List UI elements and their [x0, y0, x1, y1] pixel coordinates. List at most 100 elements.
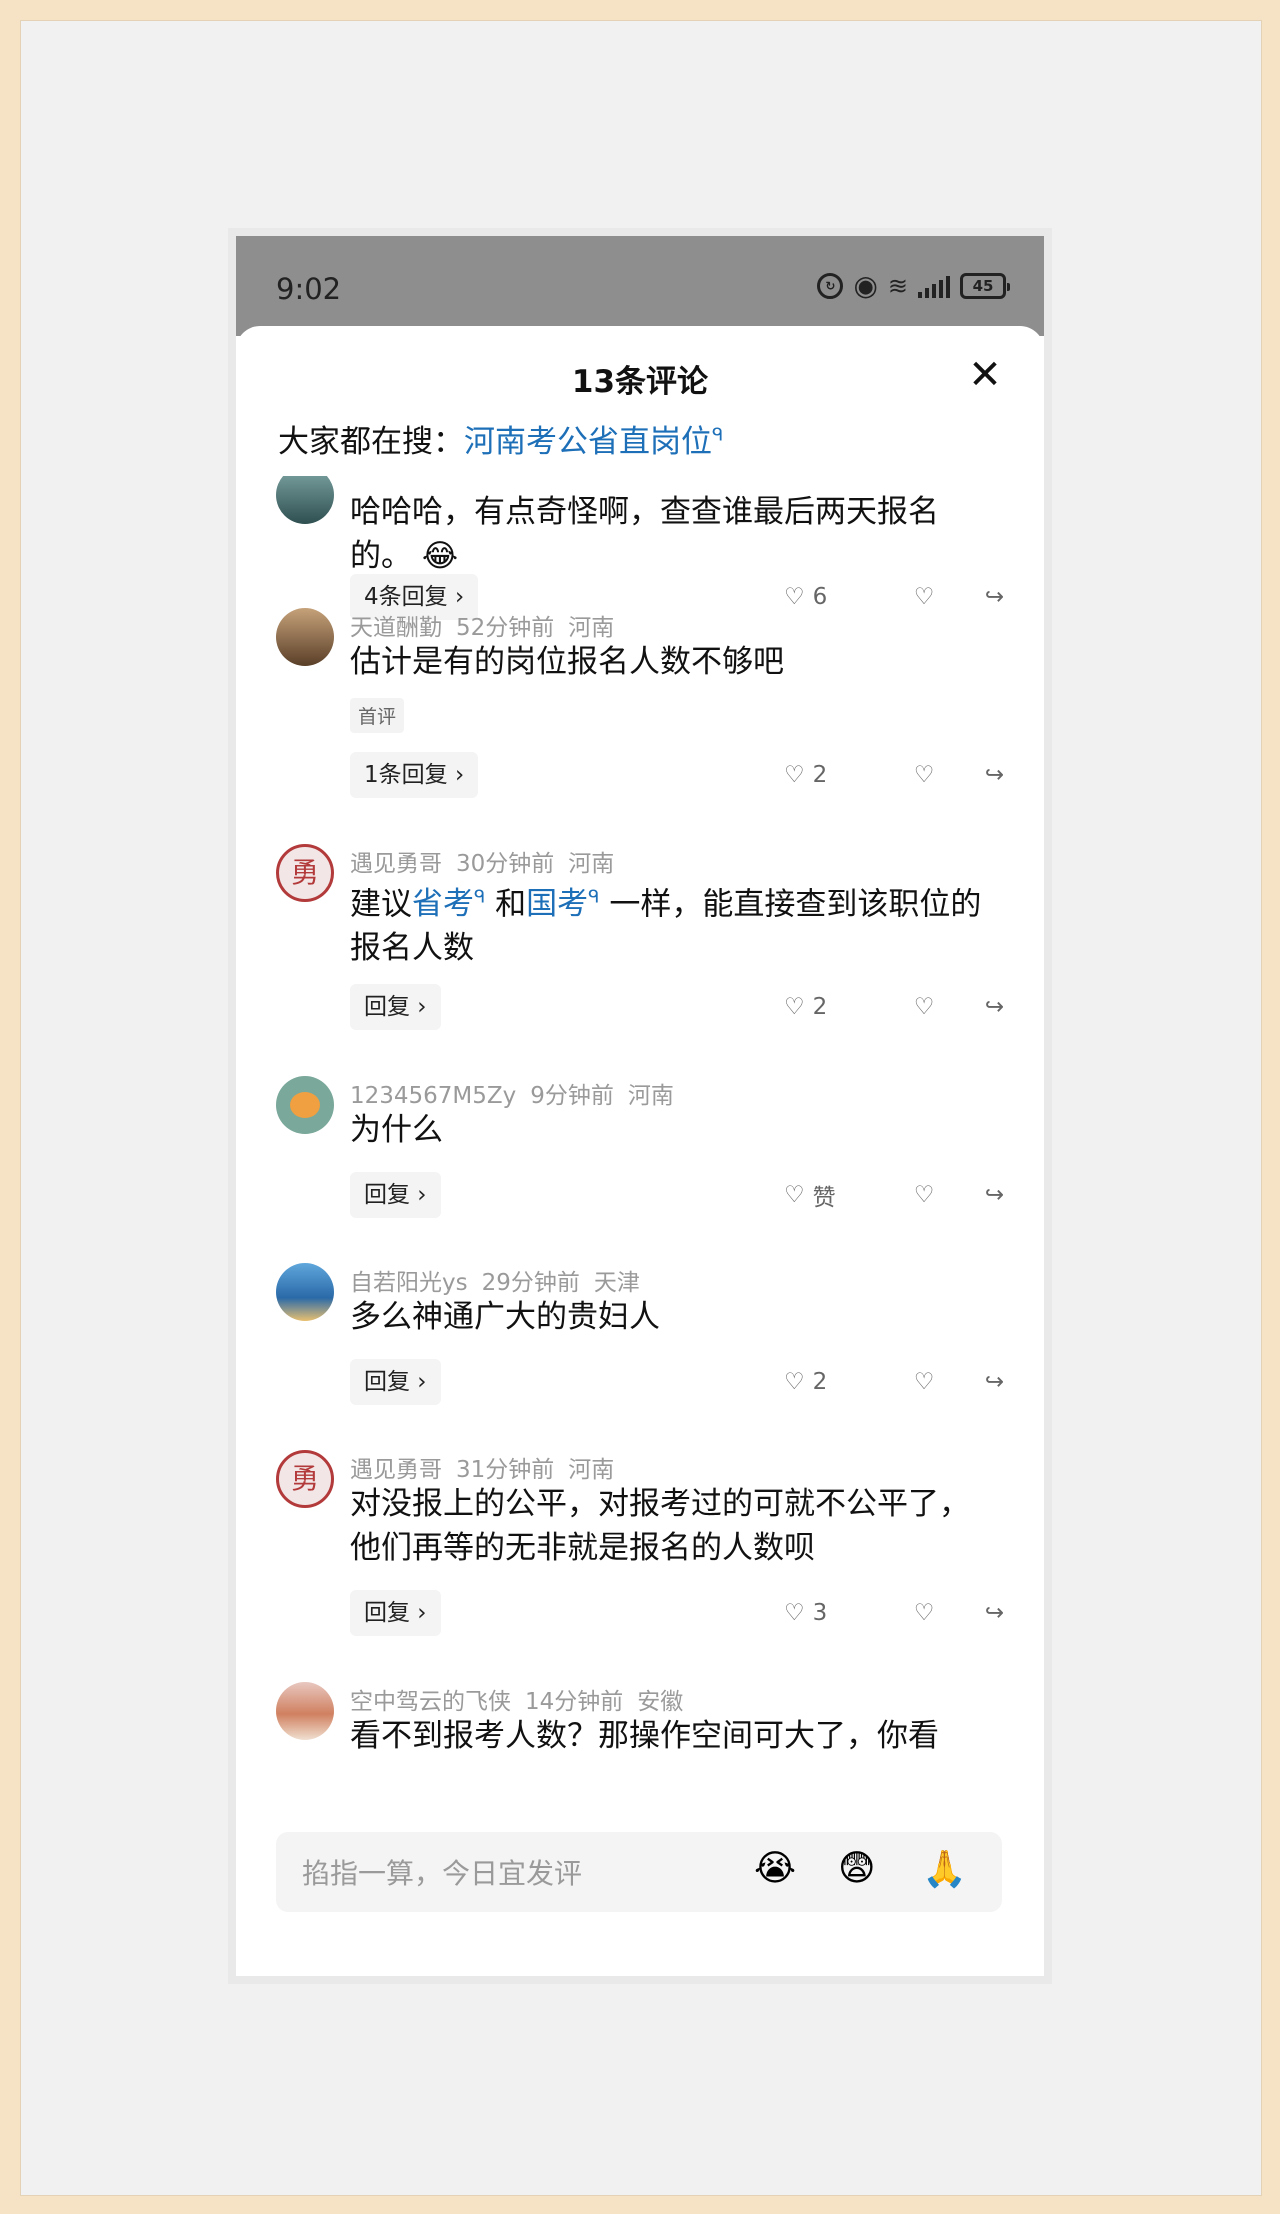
comment-list[interactable]: 哈哈哈，有点奇怪啊，查查谁最后两天报名的。 😂 4条回复 › ♡ 6 ♡ ↪ 天道…	[236, 476, 1044, 1881]
share-icon: ↪	[984, 994, 1004, 1020]
broken-heart-icon: ♡	[913, 1182, 935, 1208]
comment-body: 为什么	[350, 1112, 443, 1148]
dislike-button[interactable]: ♡	[884, 1182, 964, 1208]
dislike-button[interactable]: ♡	[884, 762, 964, 788]
comment-actions: ♡ 3 ♡ ↪	[784, 1590, 1004, 1636]
keyword-link[interactable]: 国考ᑫ	[526, 886, 599, 922]
timestamp: 29分钟前	[481, 1270, 580, 1296]
username[interactable]: 遇见勇哥	[350, 851, 442, 877]
like-button[interactable]: ♡ 2	[784, 1369, 884, 1395]
location: 河南	[627, 1083, 674, 1109]
username[interactable]: 空中驾云的飞侠	[350, 1689, 511, 1715]
avatar[interactable]	[276, 1263, 334, 1321]
search-suggestion-link[interactable]: 河南考公省直岗位ᑫ	[464, 424, 723, 460]
dislike-button[interactable]: ♡	[884, 994, 964, 1020]
scared-emoji-button[interactable]: 😨	[838, 1848, 876, 1889]
data-saver-icon: ↻	[817, 273, 844, 299]
avatar[interactable]	[276, 608, 334, 666]
share-button[interactable]: ↪	[964, 1600, 1004, 1626]
like-button[interactable]: ♡ 2	[784, 762, 884, 788]
reply-button[interactable]: 回复 ›	[350, 1172, 441, 1218]
like-button[interactable]: ♡ 2	[784, 994, 884, 1020]
timestamp: 31分钟前	[456, 1457, 555, 1483]
avatar[interactable]	[276, 1076, 334, 1134]
share-button[interactable]: ↪	[964, 762, 1004, 788]
comment-actions: ♡ 2 ♡ ↪	[784, 752, 1004, 798]
avatar[interactable]	[276, 476, 334, 524]
timestamp: 30分钟前	[456, 851, 555, 877]
search-icon: ᑫ	[712, 424, 724, 446]
view-replies-button[interactable]: 1条回复 ›	[350, 752, 479, 798]
heart-icon: ♡	[784, 994, 805, 1020]
share-icon: ↪	[984, 762, 1004, 788]
like-button[interactable]: ♡ 6	[784, 584, 884, 610]
sheet-title: 13条评论	[571, 364, 709, 400]
comment-body: 哈哈哈，有点奇怪啊，查查谁最后两天报名的。 😂	[350, 494, 939, 574]
username[interactable]: 1234567M5Zy	[350, 1083, 516, 1109]
heart-icon: ♡	[784, 1600, 805, 1626]
broken-heart-icon: ♡	[913, 1600, 935, 1626]
comment-meta: 天道酬勤 52分钟前 河南	[350, 608, 628, 642]
comment-meta: 遇见勇哥 30分钟前 河南	[350, 844, 628, 878]
share-icon: ↪	[984, 1600, 1004, 1626]
heart-icon: ♡	[784, 762, 805, 788]
timestamp: 14分钟前	[525, 1689, 624, 1715]
comment-input-placeholder: 掐指一算，今日宜发评	[302, 1857, 583, 1890]
eye-icon: ◉	[853, 269, 878, 302]
location: 河南	[568, 615, 615, 641]
keyword-link[interactable]: 省考ᑫ	[412, 886, 485, 922]
crying-laugh-emoji-button[interactable]: 😭	[754, 1848, 796, 1889]
share-icon: ↪	[984, 1369, 1004, 1395]
dislike-button[interactable]: ♡	[884, 1369, 964, 1395]
reply-button[interactable]: 回复 ›	[350, 1590, 441, 1636]
comment-body: 对没报上的公平，对报考过的可就不公平了，他们再等的无非就是报名的人数呗	[350, 1486, 970, 1566]
comment-body: 建议省考ᑫ 和国考ᑫ 一样，能直接查到该职位的报名人数	[350, 886, 982, 967]
pray-emoji-button[interactable]: 🙏	[922, 1848, 967, 1890]
first-comment-badge: 首评	[350, 698, 405, 733]
share-icon: ↪	[984, 1182, 1004, 1208]
phone-screen: 9:02 ↻ ◉ ≋ 45 13条评论 ✕ 大家都在搜：河南考公省直岗位ᑫ 哈哈…	[228, 228, 1052, 1984]
comment-body: 估计是有的岗位报名人数不够吧	[350, 644, 784, 680]
search-hint: 大家都在搜：河南考公省直岗位ᑫ	[278, 416, 723, 461]
username[interactable]: 天道酬勤	[350, 615, 442, 641]
username[interactable]: 自若阳光ys	[350, 1270, 468, 1296]
comment-body: 看不到报考人数？那操作空间可大了，你看	[350, 1718, 939, 1754]
dislike-button[interactable]: ♡	[884, 584, 964, 610]
comment-actions: ♡ 6 ♡ ↪	[784, 574, 1004, 620]
status-bar: 9:02 ↻ ◉ ≋ 45	[236, 236, 1044, 336]
signal-icon	[918, 274, 950, 298]
share-button[interactable]: ↪	[964, 584, 1004, 610]
heart-icon: ♡	[784, 1182, 805, 1208]
like-button[interactable]: ♡ 赞	[784, 1178, 884, 1212]
share-button[interactable]: ↪	[964, 1182, 1004, 1208]
reply-button[interactable]: 回复 ›	[350, 984, 441, 1030]
location: 河南	[568, 1457, 615, 1483]
avatar[interactable]: 勇	[276, 1450, 334, 1508]
dislike-button[interactable]: ♡	[884, 1600, 964, 1626]
battery-icon: 45	[960, 273, 1010, 299]
avatar[interactable]: 勇	[276, 844, 334, 902]
broken-heart-icon: ♡	[913, 1369, 935, 1395]
comment-meta: 空中驾云的飞侠 14分钟前 安徽	[350, 1682, 697, 1716]
username[interactable]: 遇见勇哥	[350, 1457, 442, 1483]
share-button[interactable]: ↪	[964, 994, 1004, 1020]
timestamp: 9分钟前	[530, 1083, 614, 1109]
comment-meta: 自若阳光ys 29分钟前 天津	[350, 1263, 654, 1297]
like-button[interactable]: ♡ 3	[784, 1600, 884, 1626]
reply-button[interactable]: 回复 ›	[350, 1359, 441, 1405]
search-hint-label: 大家都在搜：	[278, 424, 464, 460]
comment-body: 多么神通广大的贵妇人	[350, 1299, 660, 1335]
laugh-emoji: 😂	[421, 538, 459, 574]
comment-actions: ♡ 2 ♡ ↪	[784, 1359, 1004, 1405]
share-icon: ↪	[984, 584, 1004, 610]
wifi-icon: ≋	[887, 272, 908, 300]
avatar[interactable]	[276, 1682, 334, 1740]
share-button[interactable]: ↪	[964, 1369, 1004, 1395]
location: 天津	[593, 1270, 640, 1296]
heart-icon: ♡	[784, 1369, 805, 1395]
comment-meta: 遇见勇哥 31分钟前 河南	[350, 1450, 628, 1484]
comment-input[interactable]: 掐指一算，今日宜发评 😭 😨 🙏	[276, 1832, 1002, 1912]
broken-heart-icon: ♡	[913, 762, 935, 788]
close-button[interactable]: ✕	[966, 355, 1004, 395]
comments-sheet: 13条评论 ✕ 大家都在搜：河南考公省直岗位ᑫ 哈哈哈，有点奇怪啊，查查谁最后两…	[236, 326, 1044, 1976]
